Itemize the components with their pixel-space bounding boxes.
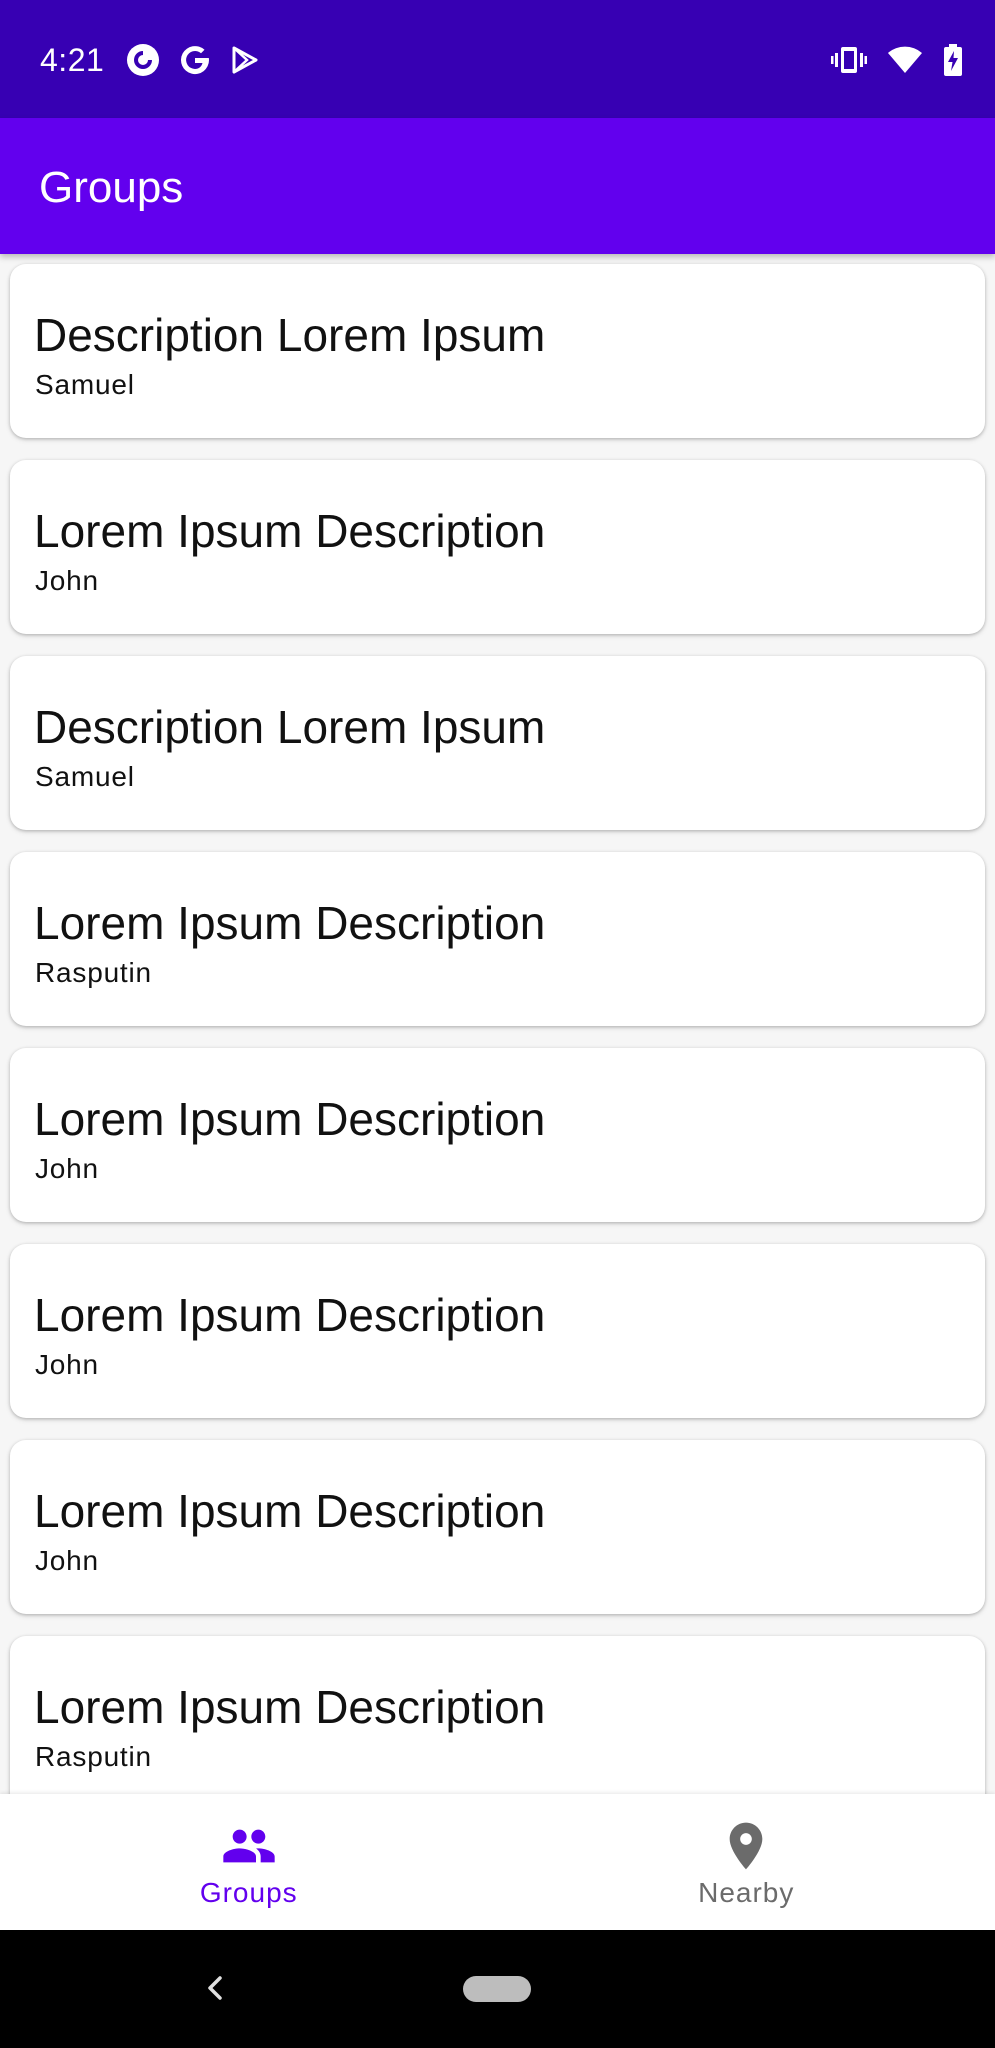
group-card[interactable]: Lorem Ipsum Description Rasputin: [10, 1636, 985, 1794]
group-title: Description Lorem Ipsum: [34, 309, 546, 361]
group-author: Samuel: [35, 761, 135, 792]
google-icon: [178, 43, 212, 77]
back-icon[interactable]: [198, 1970, 234, 2006]
group-card[interactable]: Description Lorem Ipsum Samuel: [10, 264, 985, 438]
status-notification-icons: [126, 40, 260, 80]
group-author: John: [35, 1349, 99, 1380]
battery-charging-icon: [943, 44, 963, 76]
status-system-icons: [831, 40, 963, 80]
group-icon: [221, 1818, 277, 1874]
group-author: Rasputin: [35, 1741, 152, 1772]
location-pin-icon: [718, 1818, 774, 1874]
group-card[interactable]: Description Lorem Ipsum Samuel: [10, 656, 985, 830]
pocket-casts-icon: [126, 43, 160, 77]
group-title: Lorem Ipsum Description: [34, 1093, 546, 1145]
status-bar: 4:21: [0, 0, 995, 118]
wifi-icon: [887, 45, 923, 75]
group-card[interactable]: Lorem Ipsum Description John: [10, 1048, 985, 1222]
nav-tab-groups[interactable]: Groups: [0, 1794, 498, 1930]
group-card[interactable]: Lorem Ipsum Description John: [10, 1244, 985, 1418]
group-card[interactable]: Lorem Ipsum Description John: [10, 1440, 985, 1614]
group-card[interactable]: Lorem Ipsum Description John: [10, 460, 985, 634]
group-title: Lorem Ipsum Description: [34, 1485, 546, 1537]
nav-label-nearby: Nearby: [698, 1877, 795, 1908]
group-title: Lorem Ipsum Description: [34, 1289, 546, 1341]
group-title: Description Lorem Ipsum: [34, 701, 546, 753]
nav-tab-nearby[interactable]: Nearby: [498, 1794, 995, 1930]
group-author: John: [35, 565, 99, 596]
group-title: Lorem Ipsum Description: [34, 1681, 546, 1733]
page-title: Groups: [39, 163, 184, 212]
group-title: Lorem Ipsum Description: [34, 505, 546, 557]
app-bar: Groups: [0, 118, 995, 254]
vibrate-icon: [831, 45, 867, 75]
group-author: John: [35, 1545, 99, 1576]
group-title: Lorem Ipsum Description: [34, 897, 546, 949]
group-author: John: [35, 1153, 99, 1184]
group-card[interactable]: Lorem Ipsum Description Rasputin: [10, 852, 985, 1026]
system-navigation-bar: [0, 1930, 995, 2048]
nav-label-groups: Groups: [199, 1877, 298, 1908]
status-time: 4:21: [40, 42, 105, 78]
play-store-icon: [230, 45, 260, 75]
group-author: Samuel: [35, 369, 135, 400]
group-author: Rasputin: [35, 957, 152, 988]
groups-list[interactable]: Description Lorem Ipsum Samuel Lorem Ips…: [0, 254, 995, 1794]
home-pill[interactable]: [463, 1976, 531, 2002]
bottom-navigation: Groups Nearby: [0, 1794, 995, 1930]
